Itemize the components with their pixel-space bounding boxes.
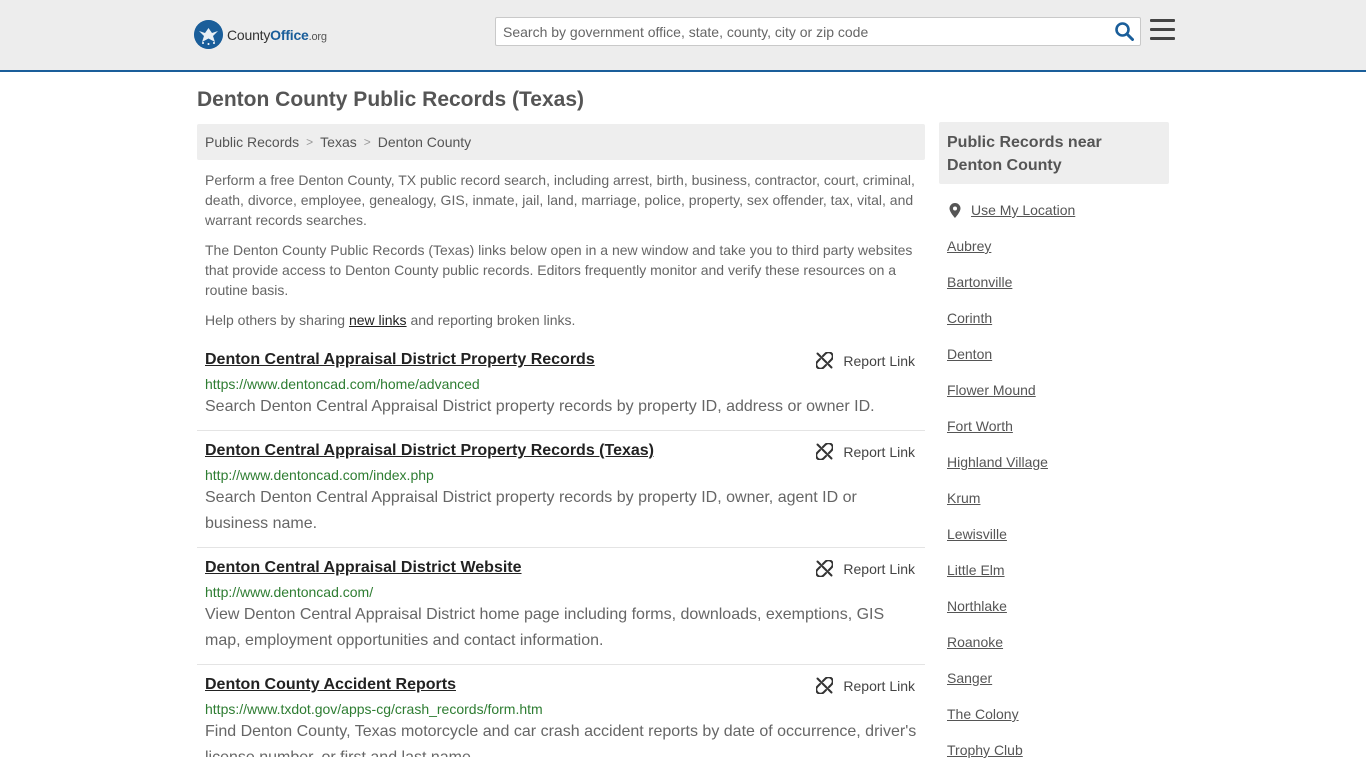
record-description: View Denton Central Appraisal District h… — [205, 606, 885, 649]
report-link-button[interactable]: Report Link — [816, 443, 915, 460]
breadcrumb-separator: > — [363, 135, 371, 149]
record-item: Denton Central Appraisal District Proper… — [197, 350, 925, 420]
report-link-button[interactable]: Report Link — [816, 352, 915, 369]
use-my-location-link[interactable]: Use My Location — [971, 202, 1075, 218]
search-bar — [495, 17, 1141, 46]
site-header: CountyOffice.org — [0, 0, 1366, 72]
menu-button[interactable] — [1150, 19, 1176, 43]
report-link-label: Report Link — [843, 443, 915, 460]
record-title-link[interactable]: Denton Central Appraisal District Proper… — [205, 441, 654, 461]
sidebar-city-little-elm[interactable]: Little Elm — [947, 562, 1005, 578]
menu-icon-bar — [1150, 19, 1175, 22]
record-url[interactable]: https://www.txdot.gov/apps-cg/crash_reco… — [205, 700, 925, 718]
logo-text: CountyOffice.org — [227, 27, 327, 43]
report-link-label: Report Link — [843, 560, 915, 577]
report-link-button[interactable]: Report Link — [816, 677, 915, 694]
new-links-link[interactable]: new links — [349, 312, 407, 328]
search-input[interactable] — [503, 18, 1103, 45]
record-title-link[interactable]: Denton County Accident Reports — [205, 675, 456, 695]
record-description: Find Denton County, Texas motorcycle and… — [205, 723, 917, 757]
intro-paragraph-3: Help others by sharing new links and rep… — [205, 310, 917, 330]
breadcrumb-denton-county[interactable]: Denton County — [378, 134, 471, 150]
logo-text-office: Office — [270, 26, 309, 43]
record-divider — [197, 664, 925, 665]
broken-link-icon — [816, 677, 834, 694]
record-item: Denton Central Appraisal District Proper… — [197, 441, 925, 537]
eagle-logo-icon — [194, 20, 223, 49]
site-logo[interactable]: CountyOffice.org — [194, 20, 327, 49]
broken-link-icon — [816, 443, 834, 460]
sidebar-city-roanoke[interactable]: Roanoke — [947, 634, 1003, 650]
sidebar-city-denton[interactable]: Denton — [947, 346, 992, 362]
intro-paragraph-2: The Denton County Public Records (Texas)… — [205, 242, 913, 298]
menu-icon-bar — [1150, 28, 1175, 31]
intro-paragraph-1: Perform a free Denton County, TX public … — [205, 172, 915, 228]
search-button[interactable] — [1114, 22, 1134, 42]
search-icon — [1114, 22, 1134, 41]
intro-text: and reporting broken links. — [406, 312, 576, 328]
logo-text-org: .org — [308, 30, 327, 43]
breadcrumb-separator: > — [306, 135, 314, 149]
record-item: Denton Central Appraisal District Websit… — [197, 558, 925, 654]
record-description: Search Denton Central Appraisal District… — [205, 398, 875, 415]
broken-link-icon — [816, 560, 834, 577]
breadcrumb: Public Records > Texas > Denton County — [197, 124, 925, 160]
sidebar-city-the-colony[interactable]: The Colony — [947, 706, 1019, 722]
sidebar-city-aubrey[interactable]: Aubrey — [947, 238, 991, 254]
breadcrumb-public-records[interactable]: Public Records — [205, 134, 299, 150]
record-divider — [197, 547, 925, 548]
sidebar-city-bartonville[interactable]: Bartonville — [947, 274, 1012, 290]
record-description: Search Denton Central Appraisal District… — [205, 489, 857, 532]
sidebar-city-fort-worth[interactable]: Fort Worth — [947, 418, 1013, 434]
map-marker-icon — [949, 203, 961, 218]
sidebar-city-krum[interactable]: Krum — [947, 490, 980, 506]
page-title: Denton County Public Records (Texas) — [197, 88, 584, 111]
report-link-button[interactable]: Report Link — [816, 560, 915, 577]
sidebar-city-northlake[interactable]: Northlake — [947, 598, 1007, 614]
sidebar-city-trophy-club[interactable]: Trophy Club — [947, 742, 1023, 758]
sidebar-heading: Public Records near Denton County — [939, 122, 1169, 184]
report-link-label: Report Link — [843, 352, 915, 369]
record-title-link[interactable]: Denton Central Appraisal District Proper… — [205, 350, 595, 370]
record-url[interactable]: http://www.dentoncad.com/index.php — [205, 466, 925, 484]
record-title-link[interactable]: Denton Central Appraisal District Websit… — [205, 558, 522, 578]
record-divider — [197, 430, 925, 431]
menu-icon-bar — [1150, 37, 1175, 40]
sidebar-city-lewisville[interactable]: Lewisville — [947, 526, 1007, 542]
breadcrumb-texas[interactable]: Texas — [320, 134, 357, 150]
record-url[interactable]: http://www.dentoncad.com/ — [205, 583, 925, 601]
broken-link-icon — [816, 352, 834, 369]
sidebar-city-highland-village[interactable]: Highland Village — [947, 454, 1048, 470]
logo-text-county: County — [227, 26, 271, 43]
record-url[interactable]: https://www.dentoncad.com/home/advanced — [205, 375, 925, 393]
sidebar-city-corinth[interactable]: Corinth — [947, 310, 992, 326]
intro-text: Help others by sharing — [205, 312, 349, 328]
record-item: Denton County Accident Reports Report Li… — [197, 675, 925, 757]
sidebar-city-sanger[interactable]: Sanger — [947, 670, 992, 686]
report-link-label: Report Link — [843, 677, 915, 694]
sidebar-city-flower-mound[interactable]: Flower Mound — [947, 382, 1036, 398]
